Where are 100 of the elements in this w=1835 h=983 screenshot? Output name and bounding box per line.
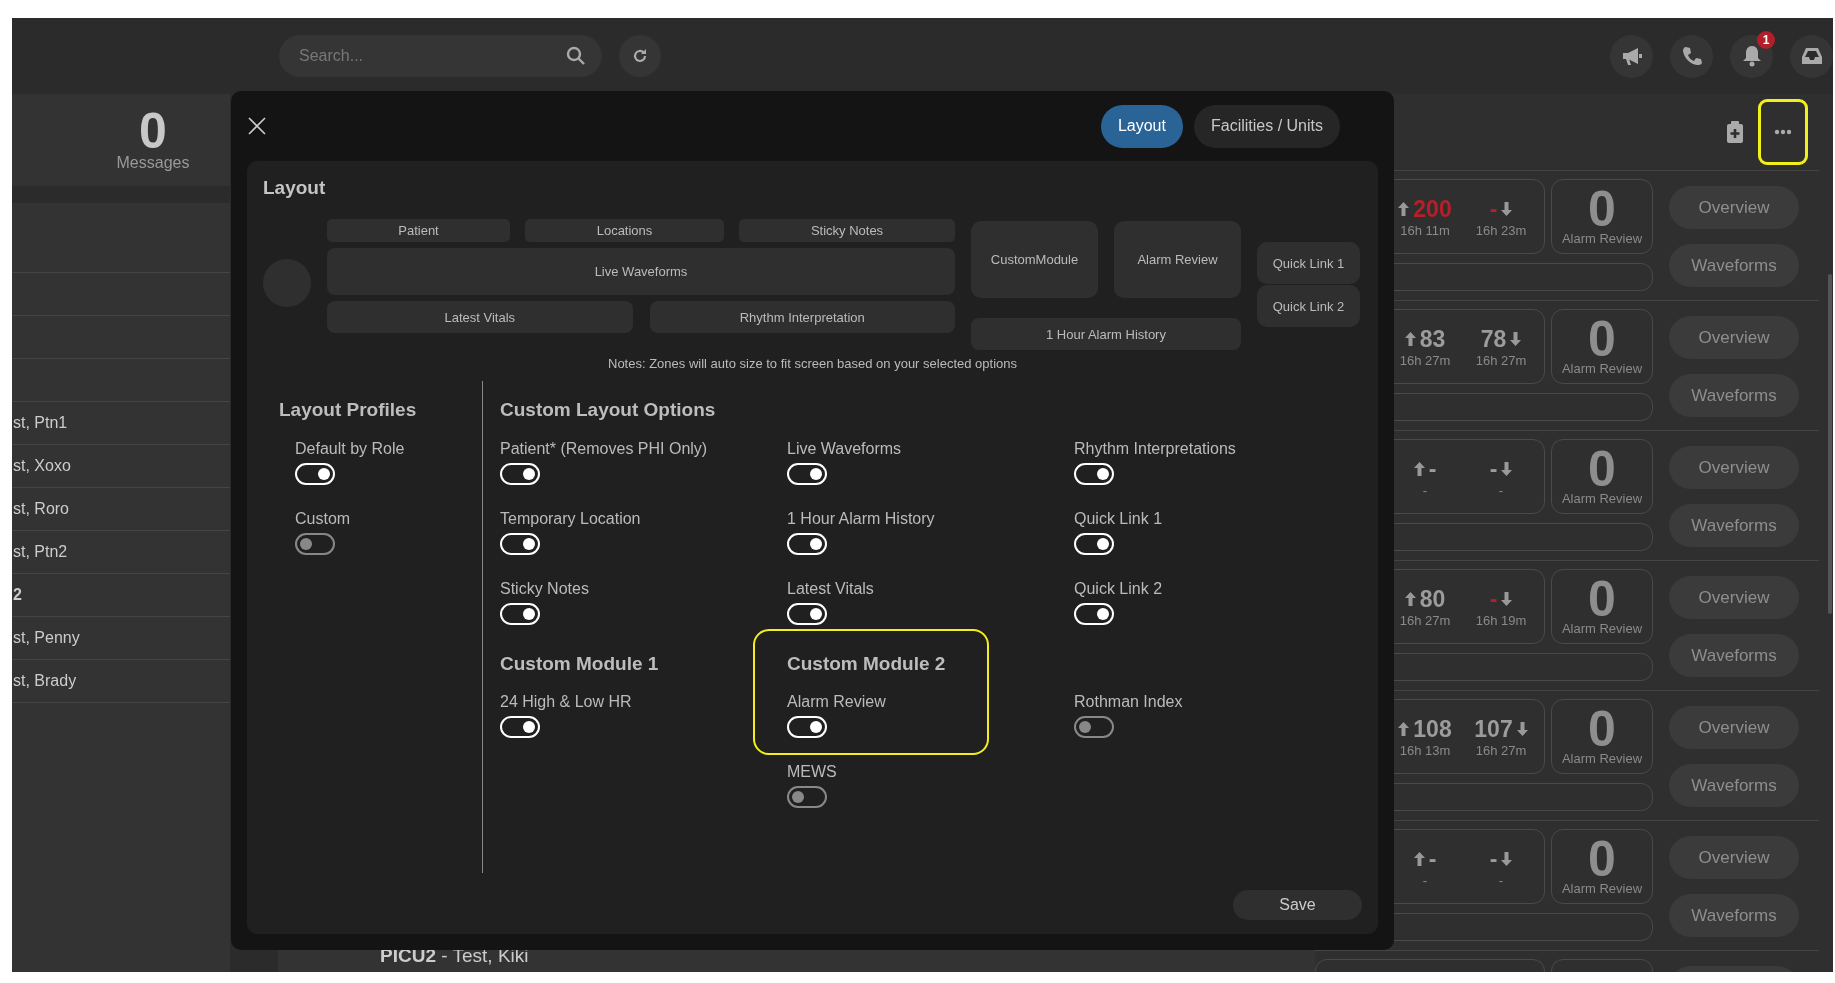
alarm-count: 0 <box>1588 317 1616 361</box>
patient-action-button[interactable]: Waveforms <box>1669 894 1799 937</box>
layout-zone: CustomModule <box>971 221 1098 298</box>
vital-value: - <box>1489 455 1498 483</box>
alarm-review-card[interactable]: 0 Alarm Review <box>1551 569 1653 644</box>
refresh-button[interactable] <box>619 35 661 77</box>
module-title: Custom Module 2 <box>787 652 947 676</box>
patient-action-button[interactable]: Overview <box>1669 836 1799 879</box>
patient-action-button[interactable]: Overview <box>1669 316 1799 359</box>
section-title: Custom Layout Options <box>500 398 717 422</box>
alarm-count: 0 <box>1588 577 1616 621</box>
refresh-icon <box>632 48 648 64</box>
alarm-count: 0 <box>1588 447 1616 491</box>
option-label: Custom <box>295 509 351 529</box>
alarm-label: Alarm Review <box>1561 881 1643 896</box>
section-title: Layout <box>263 176 327 200</box>
layout-zone: Live Waveforms <box>327 248 955 295</box>
save-button[interactable]: Save <box>1233 890 1362 920</box>
vital-time: 16h 27m <box>1475 352 1527 368</box>
vital-value: 83 <box>1419 325 1446 353</box>
option-label: Quick Link 2 <box>1074 579 1163 599</box>
layout-zone: Latest Vitals <box>327 301 633 333</box>
more-button[interactable] <box>1758 99 1808 165</box>
option-label: MEWS <box>787 762 837 782</box>
arrow-up-icon <box>1404 592 1416 606</box>
patient-action-button[interactable]: Overview <box>1669 576 1799 619</box>
megaphone-icon <box>1620 46 1643 66</box>
search-field[interactable]: Search... <box>279 35 602 77</box>
arrow-down-icon <box>1510 332 1522 346</box>
vital-time: 16h 11m <box>1400 222 1450 238</box>
megaphone-button[interactable] <box>1610 34 1653 78</box>
tab[interactable]: Facilities / Units <box>1193 104 1340 148</box>
option-label: Patient* (Removes PHI Only) <box>500 439 708 459</box>
option-label: Quick Link 1 <box>1074 509 1163 529</box>
section-title: Layout Profiles <box>279 398 418 422</box>
vital-value: - <box>1428 455 1437 483</box>
inbox-button[interactable] <box>1790 34 1833 78</box>
patient-action-button[interactable]: Waveforms <box>1669 374 1799 417</box>
alarm-review-card[interactable]: 0 Alarm Review <box>1551 179 1653 254</box>
close-icon[interactable] <box>248 117 266 135</box>
layout-zone: Rhythm Interpretation <box>649 301 955 333</box>
notification-badge: 1 <box>1757 30 1775 49</box>
layout-zone: 1 Hour Alarm History <box>971 318 1241 350</box>
vital-time: 16h 27m <box>1399 612 1451 628</box>
layout-zone: Quick Link 1 <box>1257 242 1360 284</box>
layout-zone: Sticky Notes <box>739 219 955 242</box>
vital-value: 200 <box>1413 195 1452 223</box>
vital-time: 16h 13m <box>1399 742 1451 758</box>
vital-time: 16h 27m <box>1399 352 1451 368</box>
patient-name[interactable]: st, Roro <box>12 500 69 518</box>
inbox-tray-icon <box>1800 46 1823 66</box>
toggle-switch[interactable] <box>1074 716 1114 738</box>
search-icon <box>566 46 586 66</box>
patient-name[interactable]: st, Ptn1 <box>12 414 68 432</box>
patient-action-button[interactable]: Overview <box>1669 446 1799 489</box>
layout-zone: Patient <box>327 219 510 242</box>
arrow-up-icon <box>1404 332 1416 346</box>
option-label: Alarm Review <box>787 692 886 712</box>
patient-action-button[interactable]: Waveforms <box>1669 634 1799 677</box>
vital-time: 16h 23m <box>1475 222 1527 238</box>
alarm-label: Alarm Review <box>1561 491 1643 506</box>
alarm-review-card[interactable]: 0 Alarm Review <box>1551 439 1653 514</box>
option-label: Rothman Index <box>1074 692 1183 712</box>
arrow-up-icon <box>1398 722 1410 736</box>
alarm-review-card[interactable]: 0 Alarm Review <box>1551 699 1653 774</box>
clipboard-plus-icon[interactable] <box>1726 120 1744 144</box>
phone-icon <box>1681 46 1702 66</box>
patient-name[interactable]: st, Xoxo <box>12 457 71 475</box>
module-title: Custom Module 1 <box>500 652 660 676</box>
layout-note: Notes: Zones will auto size to fit screen based on your selected options <box>607 356 1018 371</box>
alarm-review-card[interactable]: 0 Alarm Review <box>1551 309 1653 384</box>
option-label: Default by Role <box>295 439 405 459</box>
patient-name[interactable]: st, Ptn2 <box>12 543 68 561</box>
toggle-switch[interactable] <box>787 786 827 808</box>
vital-value: 108 <box>1413 715 1452 743</box>
arrow-down-icon <box>1501 852 1513 866</box>
patient-name[interactable]: 2 <box>12 586 22 604</box>
patient-action-button[interactable]: Waveforms <box>1669 764 1799 807</box>
vital-value: 107 <box>1474 715 1513 743</box>
bell-icon <box>1741 45 1762 67</box>
phone-button[interactable] <box>1670 34 1713 78</box>
option-label: Live Waveforms <box>787 439 902 459</box>
vital-value: - <box>1428 845 1437 873</box>
patient-action-button[interactable]: Waveforms <box>1669 504 1799 547</box>
option-label: Sticky Notes <box>500 579 589 599</box>
vital-time: - <box>1498 482 1504 498</box>
arrow-down-icon <box>1516 722 1528 736</box>
layout-zone: Locations <box>525 219 724 242</box>
alarm-review-card[interactable]: 0 Alarm Review <box>1551 829 1653 904</box>
patient-action-button[interactable]: Overview <box>1669 186 1799 229</box>
patient-action-button[interactable]: Waveforms <box>1669 244 1799 287</box>
tab[interactable]: Layout <box>1100 104 1183 148</box>
patient-name[interactable]: st, Penny <box>12 629 80 647</box>
toggle-switch[interactable] <box>295 533 335 555</box>
patient-action-button[interactable]: Overview <box>1669 706 1799 749</box>
vital-time: - <box>1422 872 1428 888</box>
bell-button[interactable] <box>1730 34 1773 78</box>
vital-time: - <box>1422 482 1428 498</box>
vital-value: - <box>1489 195 1498 223</box>
patient-name[interactable]: st, Brady <box>12 672 77 690</box>
